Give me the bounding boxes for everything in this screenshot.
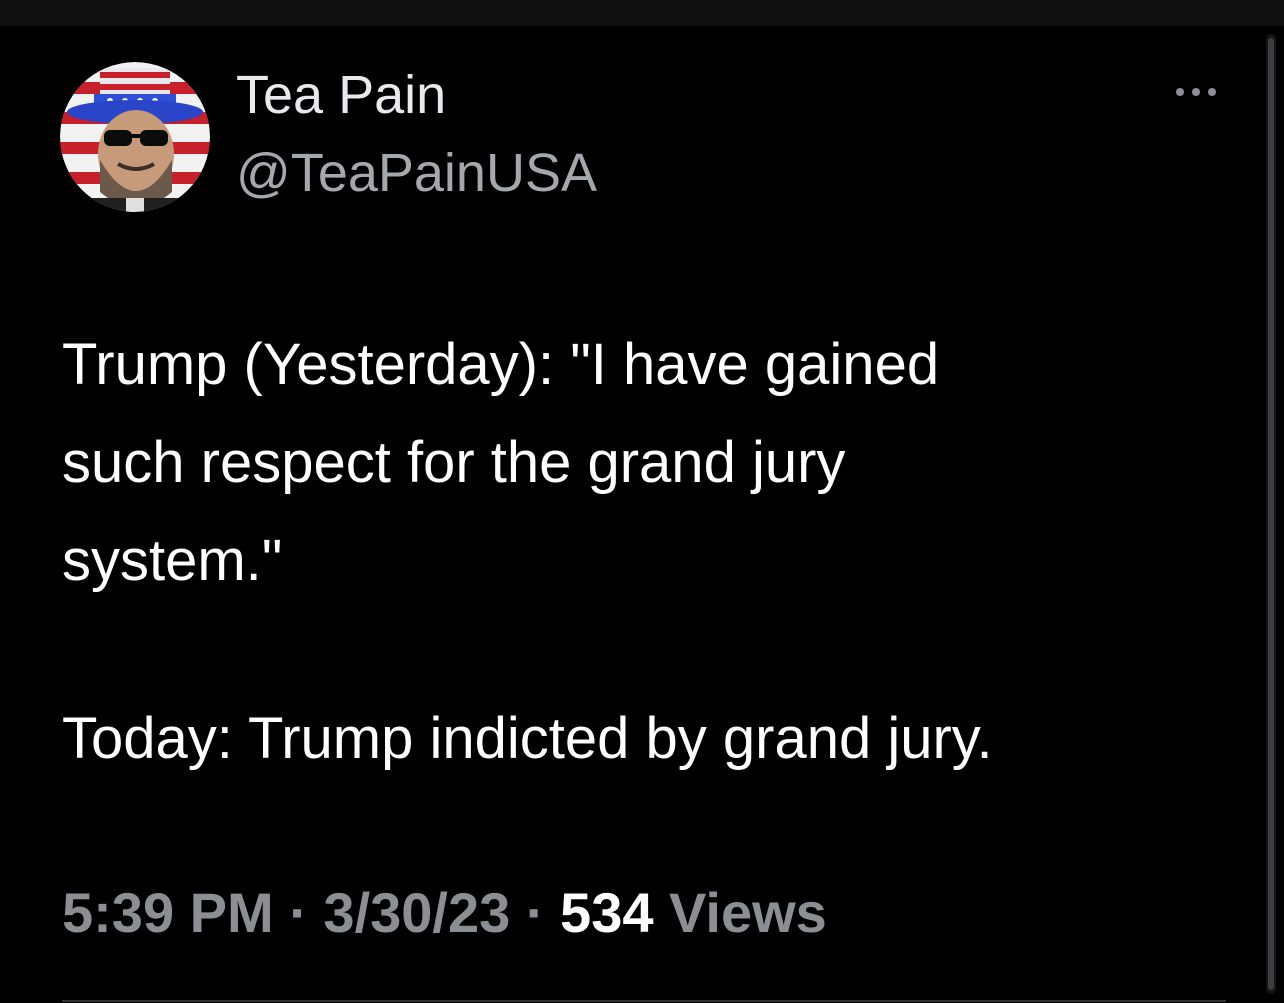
views-count[interactable]: 534: [560, 881, 653, 944]
tweet-card: Tea Pain @TeaPainUSA Trump (Yesterday): …: [0, 26, 1260, 1003]
meta-separator: ·: [525, 881, 545, 944]
tweet-text-line: Trump (Yesterday): "I have gained: [62, 332, 940, 397]
more-options-button[interactable]: [1168, 78, 1224, 106]
more-horizontal-icon: [1176, 88, 1216, 96]
tweet-meta: 5:39 PM · 3/30/23 · 534 Views: [62, 878, 827, 948]
tweet-text-line: system.": [62, 528, 283, 593]
views-label[interactable]: Views: [669, 881, 827, 944]
tweet-text-line: such respect for the grand jury: [62, 430, 846, 495]
top-strip: [0, 0, 1284, 26]
tweet-date[interactable]: 3/30/23: [323, 881, 510, 944]
author-display-name[interactable]: Tea Pain: [236, 64, 446, 126]
avatar[interactable]: [60, 62, 210, 212]
tweet-text-line: Today: Trump indicted by grand jury.: [62, 706, 993, 771]
author-handle[interactable]: @TeaPainUSA: [236, 142, 597, 204]
scrollbar-thumb[interactable]: [1268, 38, 1274, 990]
meta-separator: ·: [289, 881, 308, 944]
avatar-uncle-sam-hat-icon: [60, 62, 210, 212]
tweet-time[interactable]: 5:39 PM: [62, 881, 274, 944]
divider: [62, 1000, 1226, 1002]
